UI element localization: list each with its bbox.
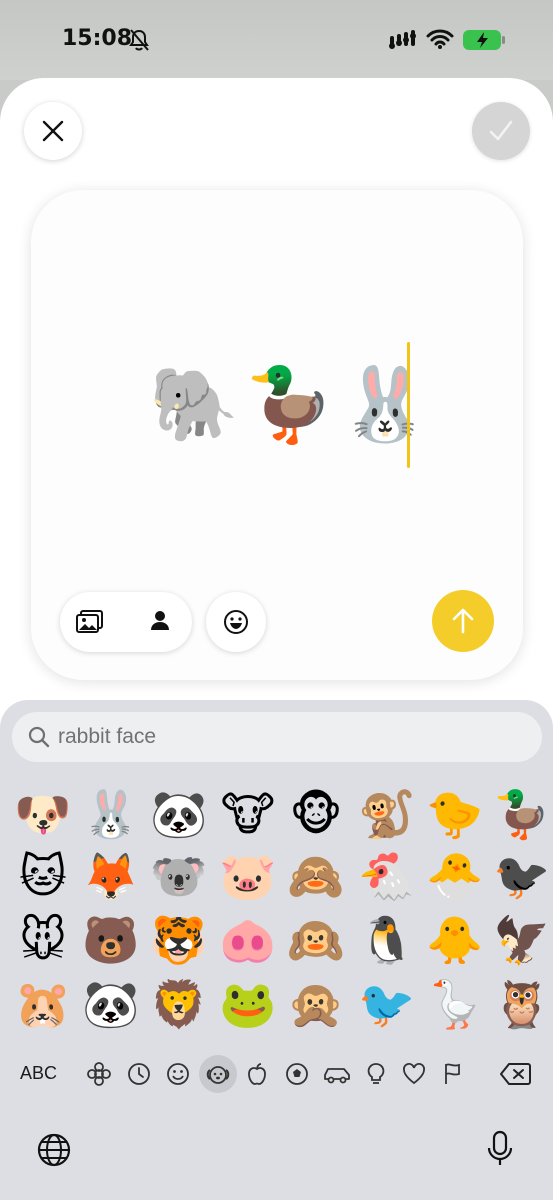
emoji-cell[interactable]: 🐼 bbox=[149, 784, 209, 844]
emoji-cell[interactable]: 🐦‍⬛ bbox=[492, 846, 552, 906]
emoji-cell[interactable]: 🐸 bbox=[218, 974, 278, 1034]
emoji-cell[interactable]: 🙉 bbox=[286, 910, 346, 970]
status-bar: 15:08 bbox=[0, 0, 553, 80]
heart-icon[interactable] bbox=[401, 1061, 427, 1087]
wifi-icon bbox=[426, 28, 454, 55]
emoji-cell[interactable]: 🐦 bbox=[357, 974, 417, 1034]
emoji-cell[interactable]: 🐷 bbox=[218, 846, 278, 906]
apple-icon[interactable] bbox=[244, 1061, 270, 1087]
emoji-cell[interactable]: 🐧 bbox=[357, 910, 417, 970]
smileys-symbol-icon[interactable] bbox=[86, 1061, 112, 1087]
emoji-cell[interactable]: 🐥 bbox=[425, 910, 485, 970]
bell-off-icon bbox=[128, 28, 150, 57]
emoji-cell[interactable]: 🐒 bbox=[357, 784, 417, 844]
message-composer[interactable]: 🐘🦆🐰 bbox=[31, 190, 523, 680]
dog-face-icon[interactable] bbox=[205, 1061, 231, 1087]
emoji-cell[interactable]: 🐹 bbox=[13, 974, 73, 1034]
car-icon[interactable] bbox=[322, 1061, 352, 1087]
confirm-button[interactable] bbox=[472, 102, 530, 160]
emoji-cell[interactable]: 🦉 bbox=[492, 974, 552, 1034]
emoji-cell[interactable]: 🐯 bbox=[149, 910, 209, 970]
person-icon[interactable] bbox=[150, 610, 170, 637]
close-button[interactable] bbox=[24, 102, 82, 160]
globe-icon[interactable] bbox=[36, 1132, 72, 1173]
emoji-cell[interactable]: 🐰 bbox=[81, 784, 141, 844]
emoji-cell[interactable]: 🐨 bbox=[149, 846, 209, 906]
smiley-category-icon[interactable] bbox=[165, 1061, 191, 1087]
emoji-cell[interactable]: 🐵 bbox=[286, 784, 346, 844]
abc-keyboard-button[interactable]: ABC bbox=[20, 1063, 57, 1084]
battery-charging-icon bbox=[462, 29, 506, 56]
emoji-cell[interactable]: 🐽 bbox=[218, 910, 278, 970]
emoji-cell[interactable]: 🐶 bbox=[13, 784, 73, 844]
emoji-cell[interactable]: 🐔 bbox=[357, 846, 417, 906]
status-time: 15:08 bbox=[62, 26, 133, 51]
emoji-category-bar: ABC bbox=[0, 1052, 553, 1096]
emoji-cell[interactable]: 🦆 bbox=[492, 784, 552, 844]
emoji-cell[interactable]: 🦅 bbox=[492, 910, 552, 970]
emoji-button[interactable] bbox=[206, 592, 266, 652]
emoji-cell[interactable]: 🙊 bbox=[286, 974, 346, 1034]
composer-text[interactable]: 🐘🦆🐰 bbox=[149, 340, 436, 470]
emoji-cell[interactable]: 🦁 bbox=[149, 974, 209, 1034]
emoji-cell[interactable]: 🐭 bbox=[13, 910, 73, 970]
microphone-icon[interactable] bbox=[486, 1130, 514, 1173]
emoji-cell[interactable]: 🐱 bbox=[13, 846, 73, 906]
close-icon bbox=[42, 120, 64, 142]
arrow-up-icon bbox=[452, 608, 474, 634]
emoji-cell[interactable]: 🙈 bbox=[286, 846, 346, 906]
soccer-ball-icon[interactable] bbox=[284, 1061, 310, 1087]
photo-library-icon[interactable] bbox=[76, 610, 104, 639]
emoji-search-text: rabbit face bbox=[58, 725, 157, 748]
checkmark-icon bbox=[489, 120, 513, 141]
emoji-cell[interactable]: 🪿 bbox=[425, 974, 485, 1034]
attachment-pill bbox=[60, 592, 192, 652]
smiley-icon bbox=[224, 610, 248, 634]
emoji-cell[interactable]: 🐤 bbox=[425, 784, 485, 844]
clock-icon[interactable] bbox=[126, 1061, 152, 1087]
emoji-cell[interactable]: 🐼 bbox=[81, 974, 141, 1034]
signal-icon bbox=[388, 30, 418, 55]
search-icon bbox=[28, 726, 50, 748]
delete-key-icon[interactable] bbox=[499, 1062, 531, 1091]
flag-icon[interactable] bbox=[440, 1061, 466, 1087]
emoji-cell[interactable]: 🦊 bbox=[81, 846, 141, 906]
emoji-search-field[interactable]: rabbit face bbox=[12, 712, 542, 762]
text-cursor bbox=[407, 342, 410, 468]
lightbulb-icon[interactable] bbox=[363, 1061, 389, 1087]
emoji-cell[interactable]: 🐣 bbox=[425, 846, 485, 906]
emoji-cell[interactable]: 🐮 bbox=[218, 784, 278, 844]
emoji-keyboard: rabbit face 🐶 🐰 🐼 🐮 🐵 🐒 🐤 🦆 🐱 🦊 🐨 🐷 🙈 🐔 … bbox=[0, 700, 553, 1200]
send-button[interactable] bbox=[432, 590, 494, 652]
emoji-cell[interactable]: 🐻 bbox=[81, 910, 141, 970]
